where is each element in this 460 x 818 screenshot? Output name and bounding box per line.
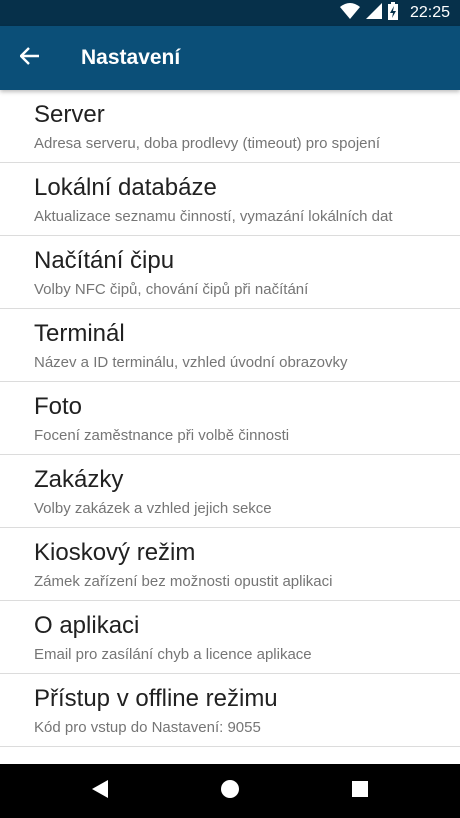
back-triangle-icon	[91, 779, 109, 804]
item-subtitle: Aktualizace seznamu činností, vymazání l…	[34, 208, 393, 225]
system-navigation-bar	[0, 764, 460, 818]
home-circle-icon	[220, 779, 240, 804]
item-title: Kioskový režim	[34, 539, 196, 566]
wifi-icon	[339, 2, 360, 24]
item-title: Zakázky	[34, 466, 124, 493]
item-title: Server	[34, 101, 105, 128]
item-subtitle: Email pro zasílání chyb a licence aplika…	[34, 646, 312, 663]
settings-item-local-database[interactable]: Lokální databáze Aktualizace seznamu čin…	[0, 163, 460, 236]
item-subtitle: Název a ID terminálu, vzhled úvodní obra…	[34, 354, 348, 371]
settings-item-terminal[interactable]: Terminál Název a ID terminálu, vzhled úv…	[0, 309, 460, 382]
status-time: 22:25	[409, 4, 450, 21]
status-icons: 22:25	[339, 1, 450, 25]
settings-item-kiosk-mode[interactable]: Kioskový režim Zámek zařízení bez možnos…	[0, 528, 460, 601]
settings-item-about[interactable]: O aplikaci Email pro zasílání chyb a lic…	[0, 601, 460, 674]
item-subtitle: Adresa serveru, doba prodlevy (timeout) …	[34, 135, 381, 152]
item-title: Terminál	[34, 320, 125, 347]
nav-recents-button[interactable]	[330, 764, 390, 818]
battery-charging-icon	[387, 1, 398, 25]
item-subtitle: Volby NFC čipů, chování čipů při načítán…	[34, 281, 309, 298]
item-title: Přístup v offline režimu	[34, 685, 278, 712]
item-title: Načítání čipu	[34, 247, 175, 274]
back-button[interactable]	[10, 38, 50, 78]
item-subtitle: Focení zaměstnance při volbě činnosti	[34, 427, 290, 444]
item-subtitle: Zámek zařízení bez možnosti opustit apli…	[34, 573, 333, 590]
settings-item-offline-access[interactable]: Přístup v offline režimu Kód pro vstup d…	[0, 674, 460, 747]
item-title: Lokální databáze	[34, 174, 217, 201]
settings-item-orders[interactable]: Zakázky Volby zakázek a vzhled jejich se…	[0, 455, 460, 528]
app-bar: Nastavení	[0, 26, 460, 90]
arrow-back-icon	[19, 46, 40, 70]
recents-square-icon	[351, 780, 369, 803]
item-title: Foto	[34, 393, 83, 420]
cell-signal-icon	[365, 2, 382, 24]
settings-item-photo[interactable]: Foto Focení zaměstnance při volbě činnos…	[0, 382, 460, 455]
nav-home-button[interactable]	[200, 764, 260, 818]
nav-back-button[interactable]	[70, 764, 130, 818]
settings-list[interactable]: Server Adresa serveru, doba prodlevy (ti…	[0, 90, 460, 764]
item-subtitle: Volby zakázek a vzhled jejich sekce	[34, 500, 272, 517]
settings-item-chip-reading[interactable]: Načítání čipu Volby NFC čipů, chování či…	[0, 236, 460, 309]
item-title: O aplikaci	[34, 612, 140, 639]
status-bar: 22:25	[0, 0, 460, 26]
item-subtitle: Kód pro vstup do Nastavení: 9055	[34, 719, 261, 736]
page-title: Nastavení	[81, 46, 181, 69]
settings-item-server[interactable]: Server Adresa serveru, doba prodlevy (ti…	[0, 90, 460, 163]
